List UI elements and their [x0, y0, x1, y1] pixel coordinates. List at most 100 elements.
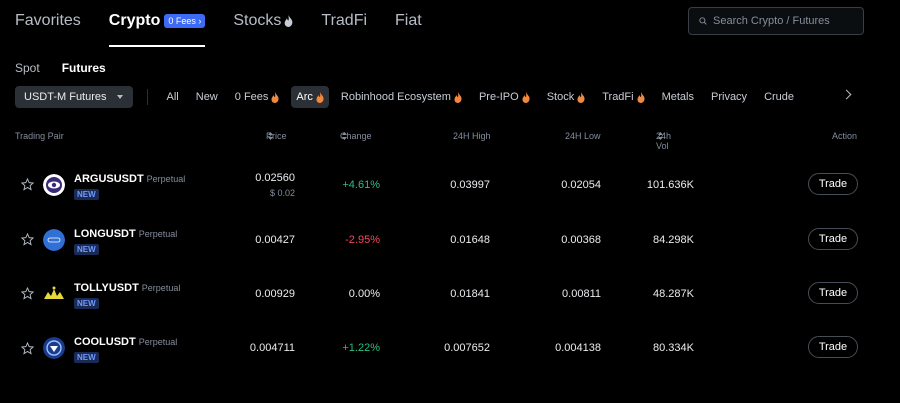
market-sub-tabs: Spot Futures [15, 61, 128, 75]
filter-metals-label: Metals [661, 91, 694, 103]
pair-name: COOLUSDT Perpetual [74, 336, 177, 348]
high-cell: 0.03997 [450, 179, 490, 191]
high-cell: 0.01841 [450, 288, 490, 300]
header-24h-low: 24H Low [565, 131, 601, 141]
new-badge: NEW [74, 244, 99, 255]
filter-robinhood-label: Robinhood Ecosystem [340, 91, 451, 103]
market-type-select-label: USDT-M Futures [24, 91, 107, 103]
filter-stock[interactable]: Stock [542, 86, 591, 108]
filter-chips: All New 0 Fees Arc Robinhood Ecosystem P… [162, 86, 842, 108]
high-cell: 0.007652 [444, 342, 490, 354]
tab-fiat[interactable]: Fiat [395, 10, 422, 32]
star-icon[interactable] [21, 287, 34, 300]
trade-button[interactable]: Trade [808, 173, 858, 195]
price-cell: 0.00929 [255, 288, 295, 300]
tab-crypto-label: Crypto [108, 12, 161, 29]
price-cell: 0.00427 [255, 234, 295, 246]
change-cell: -2.95% [345, 234, 380, 246]
pair-symbol: COOLUSDT [74, 336, 136, 348]
sub-tab-futures[interactable]: Futures [62, 61, 106, 75]
header-24h-vol[interactable]: 24h Vol [656, 131, 671, 151]
filter-0-fees[interactable]: 0 Fees [230, 86, 285, 108]
zero-fees-badge-label: 0 Fees [168, 16, 196, 26]
trade-button[interactable]: Trade [808, 228, 858, 250]
trade-button[interactable]: Trade [808, 336, 858, 358]
flame-icon [285, 15, 293, 27]
pair-symbol: ARGUSUSDT [74, 173, 144, 185]
tab-tradfi-label: TradFi [321, 12, 368, 29]
filter-arc-label: Arc [296, 91, 313, 103]
filter-0-fees-label: 0 Fees [234, 91, 269, 103]
pair-symbol: LONGUSDT [74, 228, 136, 240]
filter-pre-ipo[interactable]: Pre-IPO [474, 86, 535, 108]
trade-button[interactable]: Trade [808, 282, 858, 304]
header-price-label: Price [266, 131, 287, 141]
filter-divider [146, 89, 148, 105]
change-cell: 0.00% [348, 288, 380, 300]
volume-cell: 84.298K [653, 234, 694, 246]
tolly-coin-icon [44, 286, 64, 299]
price-cell: 0.02560 [255, 172, 295, 184]
flame-icon [577, 91, 585, 103]
star-icon[interactable] [21, 233, 34, 246]
filter-crude-label: Crude [764, 91, 795, 103]
chevron-right-icon[interactable] [841, 89, 852, 100]
pair-name: LONGUSDT Perpetual [74, 228, 177, 240]
pair-name: ARGUSUSDT Perpetual [74, 173, 185, 185]
table-header: Trading Pair Price Change 24H High 24H L… [15, 131, 860, 151]
filter-new-label: New [195, 91, 218, 103]
filter-tradfi-label: TradFi [602, 91, 634, 103]
flame-icon [637, 91, 645, 103]
search-input[interactable] [713, 15, 853, 27]
header-24h-high: 24H High [453, 131, 491, 141]
new-badge: NEW [74, 189, 99, 200]
header-price[interactable]: Price [266, 131, 287, 141]
low-cell: 0.004138 [555, 342, 601, 354]
header-action: Action [832, 131, 858, 141]
pair-type: Perpetual [146, 174, 186, 184]
filter-crude[interactable]: Crude [759, 86, 799, 108]
filter-arc[interactable]: Arc [291, 86, 329, 108]
table-row[interactable]: TOLLYUSDT Perpetual NEW 0.00929 0.00% 0.0… [0, 266, 900, 320]
table-row[interactable]: ARGUSUSDT Perpetual NEW 0.02560 $ 0.02 +4… [0, 157, 900, 211]
flame-icon [522, 91, 530, 103]
filter-new[interactable]: New [191, 86, 223, 108]
price-cell: 0.004711 [249, 342, 295, 354]
long-coin-icon [43, 229, 65, 251]
filter-privacy[interactable]: Privacy [706, 86, 752, 108]
low-cell: 0.00811 [562, 288, 601, 300]
table-row[interactable]: COOLUSDT Perpetual NEW 0.004711 +1.22% 0.… [0, 321, 900, 375]
header-trading-pair: Trading Pair [15, 131, 64, 141]
pair-name: TOLLYUSDT Perpetual [74, 282, 180, 294]
flame-icon [316, 91, 324, 103]
sub-tab-spot[interactable]: Spot [15, 61, 40, 75]
filter-robinhood-ecosystem[interactable]: Robinhood Ecosystem [336, 86, 467, 108]
low-cell: 0.00368 [561, 234, 601, 246]
header-change[interactable]: Change [340, 131, 372, 141]
new-badge: NEW [74, 298, 99, 309]
filter-metals[interactable]: Metals [657, 86, 699, 108]
volume-cell: 80.334K [653, 342, 694, 354]
tab-tradfi[interactable]: TradFi [321, 10, 367, 32]
search-box[interactable] [688, 7, 864, 35]
flame-icon [271, 91, 279, 103]
search-icon [699, 17, 707, 25]
pair-type: Perpetual [138, 229, 178, 239]
tab-stocks[interactable]: Stocks [233, 10, 293, 32]
filter-tradfi[interactable]: TradFi [597, 86, 649, 108]
tab-fiat-label: Fiat [395, 12, 422, 29]
header-24h-vol-label: 24h Vol [656, 131, 672, 151]
flame-icon [454, 91, 462, 103]
filter-all[interactable]: All [162, 86, 184, 108]
volume-cell: 48.287K [653, 288, 694, 300]
filter-row: USDT-M Futures All New 0 Fees Arc Robinh… [15, 86, 860, 108]
tab-favorites-label: Favorites [15, 12, 81, 29]
cool-coin-icon [43, 337, 65, 359]
pair-type: Perpetual [141, 283, 181, 293]
table-row[interactable]: LONGUSDT Perpetual NEW 0.00427 -2.95% 0.0… [0, 212, 900, 266]
market-type-select[interactable]: USDT-M Futures [15, 86, 133, 108]
tab-favorites[interactable]: Favorites [15, 10, 81, 32]
star-icon[interactable] [21, 178, 34, 191]
star-icon[interactable] [21, 342, 34, 355]
tab-crypto[interactable]: Crypto 0 Fees › [108, 10, 206, 47]
